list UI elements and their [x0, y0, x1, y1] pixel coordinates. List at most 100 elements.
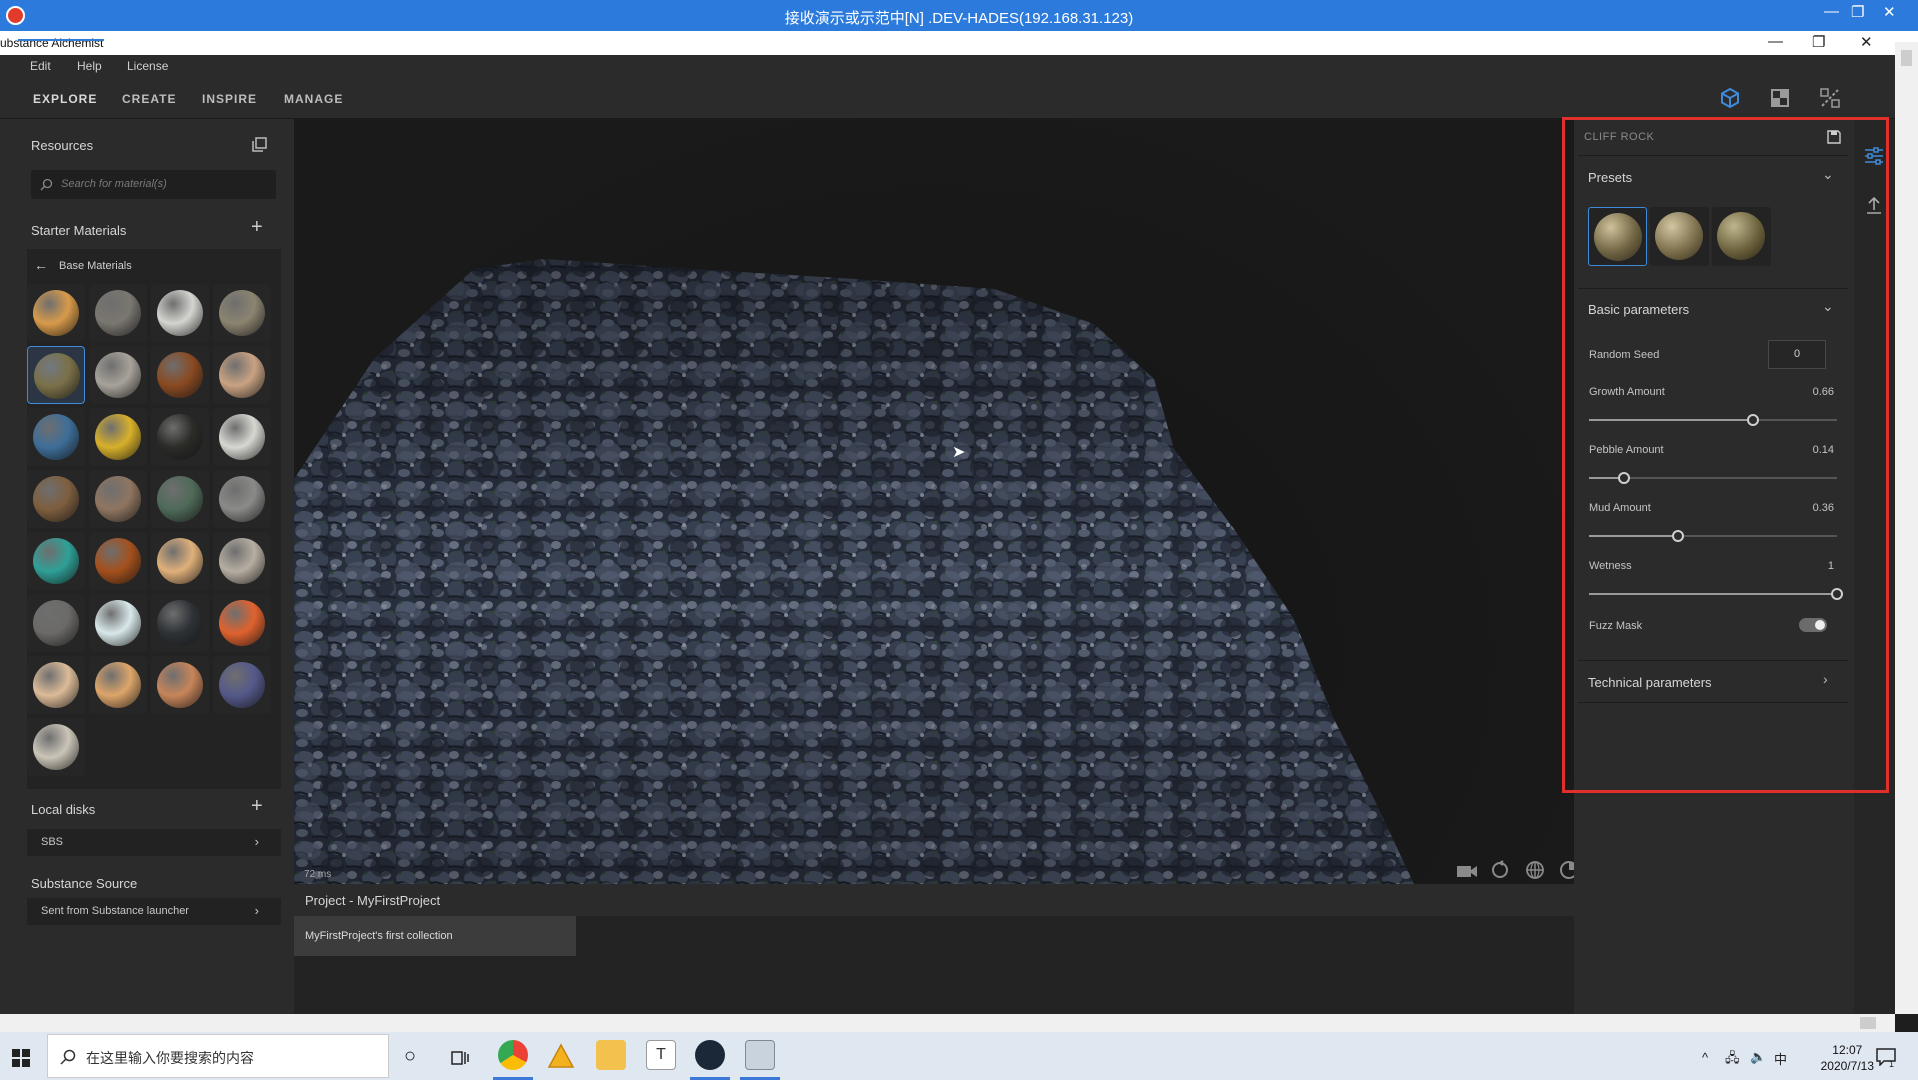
add-starter-icon[interactable]: +: [251, 216, 263, 239]
close-button[interactable]: ✕: [1860, 33, 1873, 51]
material-swatch[interactable]: [89, 656, 147, 714]
material-swatch[interactable]: [89, 284, 147, 342]
2d-view-icon[interactable]: [1769, 87, 1791, 109]
material-swatch[interactable]: [151, 656, 209, 714]
resources-heading: Resources: [31, 138, 94, 153]
camera-icon[interactable]: [1456, 862, 1478, 880]
app-triangle-icon[interactable]: [547, 1043, 575, 1069]
material-swatch[interactable]: [151, 532, 209, 590]
material-ball-preview: [33, 476, 79, 522]
source-launcher-item[interactable]: Sent from Substance launcher ›: [27, 898, 281, 925]
material-ball-preview: [95, 538, 141, 584]
material-ball-preview: [95, 352, 141, 398]
tab-manage[interactable]: MANAGE: [284, 92, 343, 106]
material-swatch[interactable]: [27, 470, 85, 528]
network-icon[interactable]: 🖧: [1725, 1049, 1740, 1071]
material-swatch[interactable]: [27, 284, 85, 342]
material-swatch[interactable]: [151, 594, 209, 652]
collection-item[interactable]: MyFirstProject's first collection: [294, 916, 576, 956]
search-icon: [40, 178, 53, 191]
material-ball-preview: [33, 662, 79, 708]
material-swatch[interactable]: [27, 656, 85, 714]
minimize-button[interactable]: —: [1768, 33, 1783, 50]
cortana-icon[interactable]: ○: [404, 1045, 416, 1068]
material-sphere-icon[interactable]: [1559, 860, 1574, 880]
text-editor-icon[interactable]: T: [646, 1040, 676, 1070]
source-item-label: Sent from Substance launcher: [41, 905, 189, 917]
material-ball-preview: [157, 538, 203, 584]
menu-license[interactable]: License: [127, 59, 168, 73]
material-swatch[interactable]: [89, 470, 147, 528]
material-search-input[interactable]: Search for material(s): [31, 170, 276, 199]
add-disk-icon[interactable]: +: [251, 795, 263, 818]
volume-icon[interactable]: 🔈: [1750, 1049, 1766, 1065]
clock-date: 2020/7/13: [1820, 1059, 1874, 1073]
material-swatch[interactable]: [27, 346, 85, 404]
material-ball-preview: [95, 662, 141, 708]
material-ball-preview: [219, 538, 265, 584]
local-disk-sbs[interactable]: SBS ›: [27, 829, 281, 856]
material-swatch[interactable]: [27, 532, 85, 590]
clock-time: 12:07: [1832, 1043, 1863, 1057]
material-swatch[interactable]: [27, 718, 85, 776]
active-tab-indicator: [18, 39, 104, 41]
notification-count: 1: [1889, 1059, 1895, 1069]
3d-view-icon[interactable]: [1719, 87, 1741, 109]
highlight-annotation-box: [1562, 117, 1889, 793]
horizontal-scrollbar[interactable]: [0, 1014, 1895, 1032]
material-ball-preview: [219, 352, 265, 398]
tab-create[interactable]: CREATE: [122, 92, 176, 106]
vertical-scrollbar[interactable]: [1895, 42, 1918, 1014]
cliff-rock-terrain-render: [294, 259, 1414, 884]
material-swatch[interactable]: [213, 656, 271, 714]
menu-help[interactable]: Help: [77, 59, 102, 73]
collection-label: MyFirstProject's first collection: [305, 930, 453, 942]
menu-edit[interactable]: Edit: [30, 59, 51, 73]
remote-desktop-icon[interactable]: [745, 1040, 775, 1070]
ime-indicator[interactable]: 中: [1774, 1049, 1787, 1068]
taskbar-clock[interactable]: 12:07 2020/7/13: [1821, 1042, 1874, 1074]
material-swatch[interactable]: [89, 408, 147, 466]
tray-chevron-icon[interactable]: ^: [1702, 1050, 1708, 1065]
local-disk-label: SBS: [41, 836, 64, 848]
material-swatch[interactable]: [89, 532, 147, 590]
material-swatch[interactable]: [213, 346, 271, 404]
remote-close-button[interactable]: ✕: [1883, 3, 1896, 21]
material-swatch[interactable]: [151, 408, 209, 466]
tab-explore[interactable]: EXPLORE: [33, 92, 97, 106]
material-ball-preview: [95, 290, 141, 336]
material-ball-preview: [219, 600, 265, 646]
base-materials-breadcrumb[interactable]: Base Materials: [59, 260, 132, 272]
material-swatch[interactable]: [213, 532, 271, 590]
3d-viewport[interactable]: ➤ 72 ms: [294, 119, 1574, 884]
taskbar-search-input[interactable]: 在这里输入你要搜索的内容: [47, 1034, 389, 1078]
material-swatch[interactable]: [27, 594, 85, 652]
material-swatch[interactable]: [213, 408, 271, 466]
app-title-bar: ubstance Alchemist — ❐ ✕: [0, 31, 1918, 55]
remote-restore-button[interactable]: ❐: [1851, 3, 1864, 21]
steam-icon[interactable]: [695, 1040, 725, 1070]
material-ball-preview: [219, 476, 265, 522]
material-swatch[interactable]: [151, 284, 209, 342]
material-swatch[interactable]: [89, 346, 147, 404]
material-swatch[interactable]: [27, 408, 85, 466]
material-swatch[interactable]: [213, 594, 271, 652]
expand-panel-icon[interactable]: [252, 137, 267, 152]
restore-button[interactable]: ❐: [1812, 33, 1825, 51]
material-swatch[interactable]: [151, 470, 209, 528]
split-view-icon[interactable]: [1819, 87, 1841, 109]
material-swatch[interactable]: [89, 594, 147, 652]
material-swatch[interactable]: [213, 470, 271, 528]
environment-globe-icon[interactable]: [1525, 860, 1545, 880]
file-explorer-icon[interactable]: [596, 1040, 626, 1070]
tab-inspire[interactable]: INSPIRE: [202, 92, 257, 106]
windows-start-icon[interactable]: [12, 1049, 30, 1067]
back-arrow-icon[interactable]: ←: [34, 257, 48, 273]
material-swatch[interactable]: [213, 284, 271, 342]
chrome-icon[interactable]: [498, 1040, 528, 1070]
remote-minimize-button[interactable]: —: [1824, 3, 1839, 20]
rotate-light-icon[interactable]: [1490, 860, 1510, 880]
material-swatch[interactable]: [151, 346, 209, 404]
material-ball-preview: [33, 290, 79, 336]
task-view-icon[interactable]: [451, 1050, 469, 1066]
